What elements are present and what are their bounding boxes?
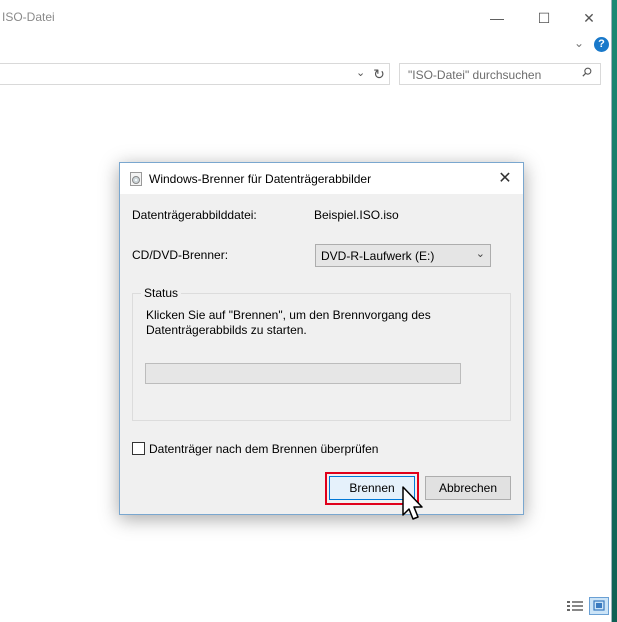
search-placeholder: "ISO-Datei" durchsuchen <box>408 68 542 82</box>
details-view-icon[interactable] <box>566 598 584 614</box>
status-message: Klicken Sie auf "Brennen", um den Brennv… <box>146 308 431 337</box>
close-window-button[interactable]: ✕ <box>566 4 612 32</box>
minimize-button[interactable]: — <box>474 4 520 32</box>
close-icon[interactable]: ✕ <box>490 165 520 193</box>
disc-burner-icon <box>130 172 142 186</box>
search-icon[interactable] <box>582 67 592 77</box>
address-history-dropdown-icon[interactable]: ⌄ <box>356 66 365 79</box>
ribbon-expand-icon[interactable]: ⌄ <box>574 36 584 50</box>
ribbon-bar <box>0 34 612 60</box>
address-bar[interactable] <box>0 63 390 85</box>
verify-label[interactable]: Datenträger nach dem Brennen überprüfen <box>149 442 378 456</box>
status-group: Status Klicken Sie auf "Brennen", um den… <box>132 286 511 421</box>
chevron-down-icon[interactable]: ⌄ <box>476 247 485 260</box>
status-bar <box>0 594 612 622</box>
refresh-icon[interactable]: ↻ <box>371 64 387 84</box>
dialog-titlebar[interactable]: Windows-Brenner für Datenträgerabbilder … <box>120 163 523 194</box>
help-icon[interactable]: ? <box>594 37 609 52</box>
image-file-value: Beispiel.ISO.iso <box>314 208 399 222</box>
cancel-button[interactable]: Abbrechen <box>425 476 511 500</box>
window-title: ISO-Datei <box>2 10 55 24</box>
mouse-pointer-icon <box>402 486 423 520</box>
disc-image-burner-dialog: Windows-Brenner für Datenträgerabbilder … <box>119 162 524 515</box>
search-input[interactable]: "ISO-Datei" durchsuchen <box>399 63 601 85</box>
maximize-button[interactable]: ☐ <box>521 4 567 32</box>
explorer-titlebar[interactable]: ISO-Datei — ☐ ✕ <box>0 0 612 34</box>
status-legend: Status <box>141 286 182 300</box>
verify-checkbox[interactable] <box>132 442 145 455</box>
burner-selected-value: DVD-R-Laufwerk (E:) <box>321 249 435 263</box>
burner-select[interactable]: DVD-R-Laufwerk (E:) ⌄ <box>315 244 491 267</box>
burner-label: CD/DVD-Brenner: <box>132 248 229 262</box>
large-icons-view-icon[interactable] <box>589 597 609 615</box>
burn-progress-bar <box>145 363 461 384</box>
dialog-title: Windows-Brenner für Datenträgerabbilder <box>149 172 372 186</box>
image-file-label: Datenträgerabbilddatei: <box>132 208 257 222</box>
